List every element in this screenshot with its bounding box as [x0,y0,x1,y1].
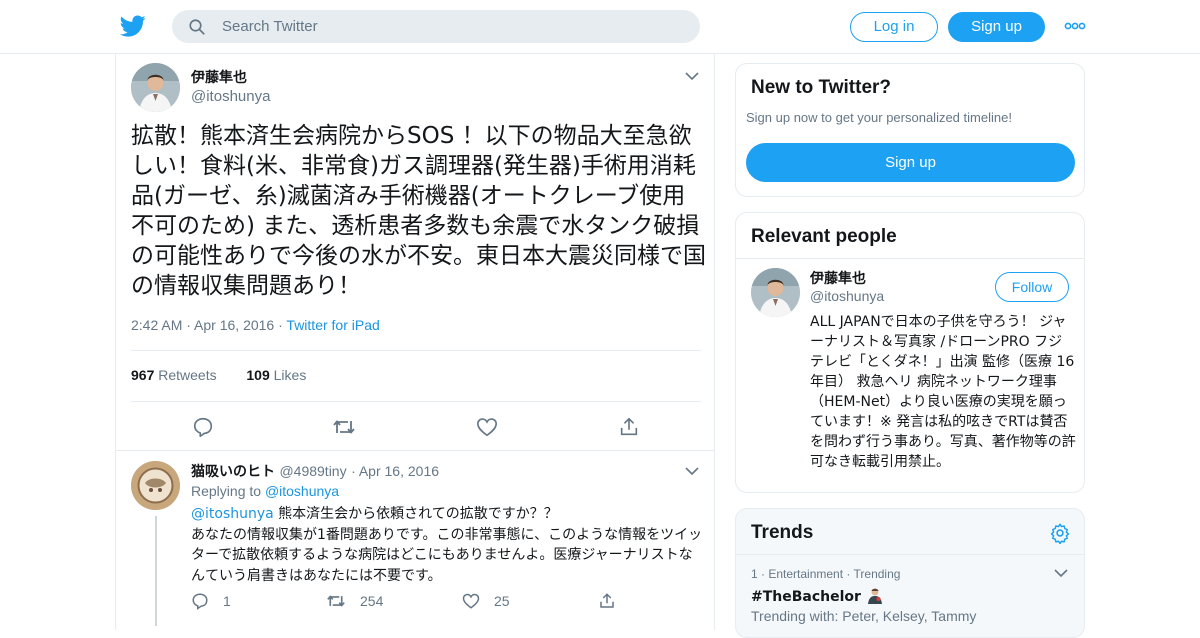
search-input[interactable] [222,10,682,43]
thread-line [155,516,157,626]
reply-author-name[interactable]: 猫吸いのヒト [191,464,275,480]
reply-retweet-action[interactable]: 254 [326,592,383,610]
divider [131,350,701,351]
trends-card: Trends 1 · Entertainment · Trending #The… [735,508,1085,638]
tweet-text: 拡散！熊本済生会病院からSOS ！以下の物品大至急欲しい！食料(米、非常食)ガス… [131,123,706,299]
retweet-icon[interactable] [332,416,356,438]
tweet-time[interactable]: 2:42 AM [131,317,182,333]
tweet-author-handle[interactable]: @itoshunya [191,88,270,105]
avatar[interactable] [131,63,180,112]
reply-icon[interactable] [192,416,214,438]
replying-to-link[interactable]: @itoshunya [265,483,339,499]
twitter-bird-icon[interactable] [120,13,146,39]
person-bio: ALL JAPANで日本の子供を守ろう！ ジャーナリスト＆写真家 /ドローンPR… [810,314,1076,470]
tweet-actions [116,416,716,446]
share-icon[interactable] [618,416,640,438]
more-options-icon[interactable] [1064,20,1086,32]
trend-name[interactable]: #TheBachelor [751,586,884,605]
share-icon [600,593,614,608]
reply-like-action[interactable]: 25 [462,592,510,610]
retweet-icon [327,595,345,607]
divider [131,401,701,402]
chevron-down-icon[interactable] [685,466,699,476]
person-handle[interactable]: @itoshunya [810,288,884,304]
mention-link[interactable]: @itoshunya [191,506,274,522]
reply-icon [192,593,208,610]
divider [116,450,714,451]
like-heart-icon[interactable] [476,416,498,438]
search-icon [189,19,205,35]
separator-dot: · [351,463,359,479]
reply-header: 猫吸いのヒト @4989tiny · Apr 16, 2016 [191,461,439,481]
tweet-meta: 2:42 AM · Apr 16, 2016 · Twitter for iPa… [131,317,380,333]
gear-icon[interactable] [1049,522,1071,544]
reply-author-handle[interactable]: @4989tiny [279,463,346,479]
new-to-twitter-card: New to Twitter? Sign up now to get your … [735,63,1085,197]
tweet-date[interactable]: Apr 16, 2016 [194,317,274,333]
card-title: Relevant people [751,226,897,247]
reply-actions: 1 254 25 [191,592,691,614]
profile-photo-icon [131,461,180,510]
reply-date[interactable]: Apr 16, 2016 [359,463,439,479]
tweet-author-name[interactable]: 伊藤隼也 [191,67,247,87]
signup-button[interactable]: Sign up [948,12,1045,42]
tweet-source-link[interactable]: Twitter for iPad [286,317,379,333]
card-title: New to Twitter? [751,77,892,98]
sidebar-signup-button[interactable]: Sign up [746,143,1075,182]
card-title: Trends [751,522,814,543]
divider [736,554,1084,555]
retweet-stat[interactable]: 967 Retweets [131,367,217,383]
reply-share-action[interactable] [598,592,616,610]
separator-dot: · [186,317,195,333]
login-button[interactable]: Log in [850,12,938,42]
main-timeline: 伊藤隼也 @itoshunya 拡散！熊本済生会病院からSOS ！以下の物品大至… [115,54,715,630]
tweet-stats: 967 Retweets 109 Likes [131,367,306,383]
trend-meta: 1 · Entertainment · Trending [751,567,901,581]
profile-photo-icon [131,63,180,112]
avatar[interactable] [131,461,180,510]
avatar[interactable] [751,268,800,317]
chevron-down-icon[interactable] [1054,568,1068,578]
relevant-people-card: Relevant people 伊藤隼也 @itoshunya Follow A… [735,212,1085,493]
person-name[interactable]: 伊藤隼也 [810,268,866,288]
divider [736,258,1084,259]
card-subtitle: Sign up now to get your personalized tim… [746,110,1012,125]
profile-photo-icon [751,268,800,317]
bachelor-rose-emoji-icon [867,588,882,604]
like-stat[interactable]: 109 Likes [246,367,306,383]
search-box[interactable] [172,10,700,43]
reply-text: @itoshunya 熊本済生会から依頼されての拡散ですか？？ あなたの情報収集… [191,506,703,584]
replying-to: Replying to @itoshunya [191,483,340,499]
chevron-down-icon[interactable] [685,71,699,81]
top-bar: Log in Sign up [0,0,1200,54]
reply-reply-action[interactable]: 1 [191,592,231,610]
trend-related: Trending with: Peter, Kelsey, Tammy [751,608,977,624]
follow-button[interactable]: Follow [995,272,1069,302]
like-heart-icon [462,593,480,609]
